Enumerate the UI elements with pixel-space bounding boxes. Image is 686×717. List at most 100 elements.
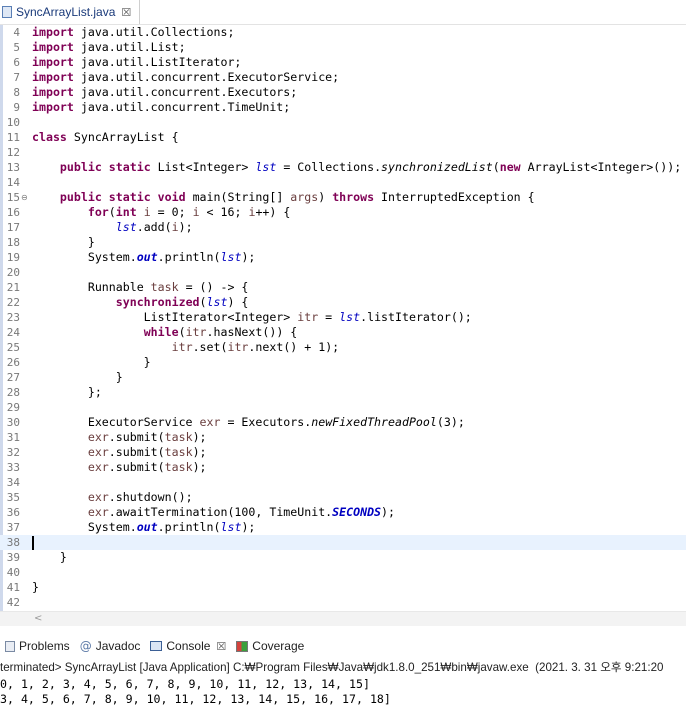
- line-number: 40: [6, 566, 20, 579]
- code-text: }: [32, 550, 67, 564]
- line-number: 34: [6, 476, 20, 489]
- close-icon[interactable]: ☒: [121, 6, 131, 19]
- console-status-line: terminated> SyncArrayList [Java Applicat…: [0, 661, 664, 674]
- line-number: 28: [6, 386, 20, 399]
- code-text: import java.util.concurrent.TimeUnit;: [32, 100, 291, 114]
- code-text: }: [32, 580, 39, 594]
- code-text: for(int i = 0; i < 16; i++) {: [87, 205, 291, 219]
- code-line[interactable]: 22 synchronized(lst) {: [0, 295, 686, 310]
- code-line[interactable]: 18 }: [0, 235, 686, 250]
- code-line[interactable]: 23 ListIterator<Integer> itr = lst.listI…: [0, 310, 686, 325]
- console-view[interactable]: terminated> SyncArrayList [Java Applicat…: [0, 658, 686, 717]
- line-number: 12: [6, 146, 20, 159]
- code-line[interactable]: 37 System.out.println(lst);: [0, 520, 686, 535]
- code-text: ExecutorService exr = Executors.newFixed…: [32, 415, 465, 429]
- code-text: import java.util.ListIterator;: [32, 55, 242, 69]
- coverage-icon: [236, 640, 249, 652]
- code-text: class SyncArrayList {: [32, 130, 179, 144]
- tab-coverage-label: Coverage: [252, 639, 305, 653]
- code-line[interactable]: 35 exr.shutdown();: [0, 490, 686, 505]
- close-icon[interactable]: ☒: [216, 640, 226, 653]
- tab-coverage[interactable]: Coverage: [231, 634, 309, 658]
- line-number: 11: [6, 131, 20, 144]
- line-number: 30: [6, 416, 20, 429]
- line-number: 14: [6, 176, 20, 189]
- console-output-line: 0, 1, 2, 3, 4, 5, 6, 7, 8, 9, 10, 11, 12…: [0, 677, 370, 691]
- code-line[interactable]: 40: [0, 565, 686, 580]
- code-line[interactable]: 36 exr.awaitTermination(100, TimeUnit.SE…: [0, 505, 686, 520]
- line-number: 35: [6, 491, 20, 504]
- line-number: 25: [6, 341, 20, 354]
- code-line[interactable]: 32 exr.submit(task);: [0, 445, 686, 460]
- line-number: 19: [6, 251, 20, 264]
- code-line[interactable]: 34: [0, 475, 686, 490]
- code-line[interactable]: 20: [0, 265, 686, 280]
- code-text: public static List<Integer> lst = Collec…: [59, 160, 682, 174]
- code-line[interactable]: 19 System.out.println(lst);: [0, 250, 686, 265]
- code-text: }: [32, 355, 151, 369]
- code-line[interactable]: 10: [0, 115, 686, 130]
- code-line[interactable]: 11 class SyncArrayList {: [0, 130, 686, 145]
- code-line[interactable]: 14: [0, 175, 686, 190]
- code-line[interactable]: 30 ExecutorService exr = Executors.newFi…: [0, 415, 686, 430]
- code-text: import java.util.List;: [32, 40, 186, 54]
- code-line[interactable]: 17 lst.add(i);: [0, 220, 686, 235]
- code-line[interactable]: 12: [0, 145, 686, 160]
- code-line[interactable]: 24 while(itr.hasNext()) {: [0, 325, 686, 340]
- line-number: 20: [6, 266, 20, 279]
- code-line[interactable]: 7 import java.util.concurrent.ExecutorSer…: [0, 70, 686, 85]
- console-output-line: 3, 4, 5, 6, 7, 8, 9, 10, 11, 12, 13, 14,…: [0, 692, 391, 706]
- tab-javadoc[interactable]: @ Javadoc: [75, 634, 146, 658]
- line-number: 24: [6, 326, 20, 339]
- javadoc-icon: @: [79, 639, 92, 653]
- code-line[interactable]: 13 public static List<Integer> lst = Col…: [0, 160, 686, 175]
- code-text: }: [32, 370, 123, 384]
- code-line[interactable]: 28 };: [0, 385, 686, 400]
- code-line[interactable]: 31 exr.submit(task);: [0, 430, 686, 445]
- code-line[interactable]: 5 import java.util.List;: [0, 40, 686, 55]
- editor-tab-syncarraylist[interactable]: SyncArrayList.java ☒: [0, 0, 140, 24]
- code-text: lst.add(i);: [115, 220, 193, 234]
- code-line[interactable]: 4 import java.util.Collections;: [0, 25, 686, 40]
- line-number: 5: [13, 41, 20, 54]
- code-text: exr.awaitTermination(100, TimeUnit.SECON…: [87, 505, 396, 519]
- code-line[interactable]: 26 }: [0, 355, 686, 370]
- problems-icon: [5, 640, 15, 652]
- line-number: 23: [6, 311, 20, 324]
- tab-console[interactable]: Console ☒: [145, 634, 232, 658]
- code-line[interactable]: 16 for(int i = 0; i < 16; i++) {: [0, 205, 686, 220]
- code-text: import java.util.concurrent.ExecutorServ…: [32, 70, 340, 84]
- code-line[interactable]: 39 }: [0, 550, 686, 565]
- code-line[interactable]: 33 exr.submit(task);: [0, 460, 686, 475]
- code-line[interactable]: 21 Runnable task = () -> {: [0, 280, 686, 295]
- line-number: 27: [6, 371, 20, 384]
- code-line[interactable]: 25 itr.set(itr.next() + 1);: [0, 340, 686, 355]
- code-line[interactable]: 9 import java.util.concurrent.TimeUnit;: [0, 100, 686, 115]
- code-line[interactable]: 42: [0, 595, 686, 610]
- line-number: 39: [6, 551, 20, 564]
- line-number: 9: [13, 101, 20, 114]
- code-text: exr.submit(task);: [87, 445, 207, 459]
- line-number: 32: [6, 446, 20, 459]
- line-number: 33: [6, 461, 20, 474]
- code-line[interactable]: 6 import java.util.ListIterator;: [0, 55, 686, 70]
- code-editor[interactable]: 4 import java.util.Collections; 5 import ja…: [0, 25, 686, 611]
- code-line[interactable]: 38: [0, 535, 686, 550]
- code-line[interactable]: 15 ⊖ public static void main(String[] arg…: [0, 190, 686, 205]
- line-number: 36: [6, 506, 20, 519]
- tab-problems[interactable]: Problems: [0, 634, 75, 658]
- line-number: 38: [6, 536, 20, 549]
- scroll-left-icon[interactable]: <: [34, 612, 42, 626]
- code-line[interactable]: 27 }: [0, 370, 686, 385]
- code-line[interactable]: 29: [0, 400, 686, 415]
- fold-collapse-icon[interactable]: ⊖: [21, 190, 28, 205]
- line-number: 16: [6, 206, 20, 219]
- horizontal-scrollbar[interactable]: <: [0, 611, 686, 626]
- code-text: }: [32, 235, 95, 249]
- line-number: 21: [6, 281, 20, 294]
- code-text: System.out.println(lst);: [32, 250, 256, 264]
- code-line[interactable]: 41}: [0, 580, 686, 595]
- line-number: 17: [6, 221, 20, 234]
- code-line[interactable]: 8 import java.util.concurrent.Executors;: [0, 85, 686, 100]
- java-file-icon: [2, 6, 12, 18]
